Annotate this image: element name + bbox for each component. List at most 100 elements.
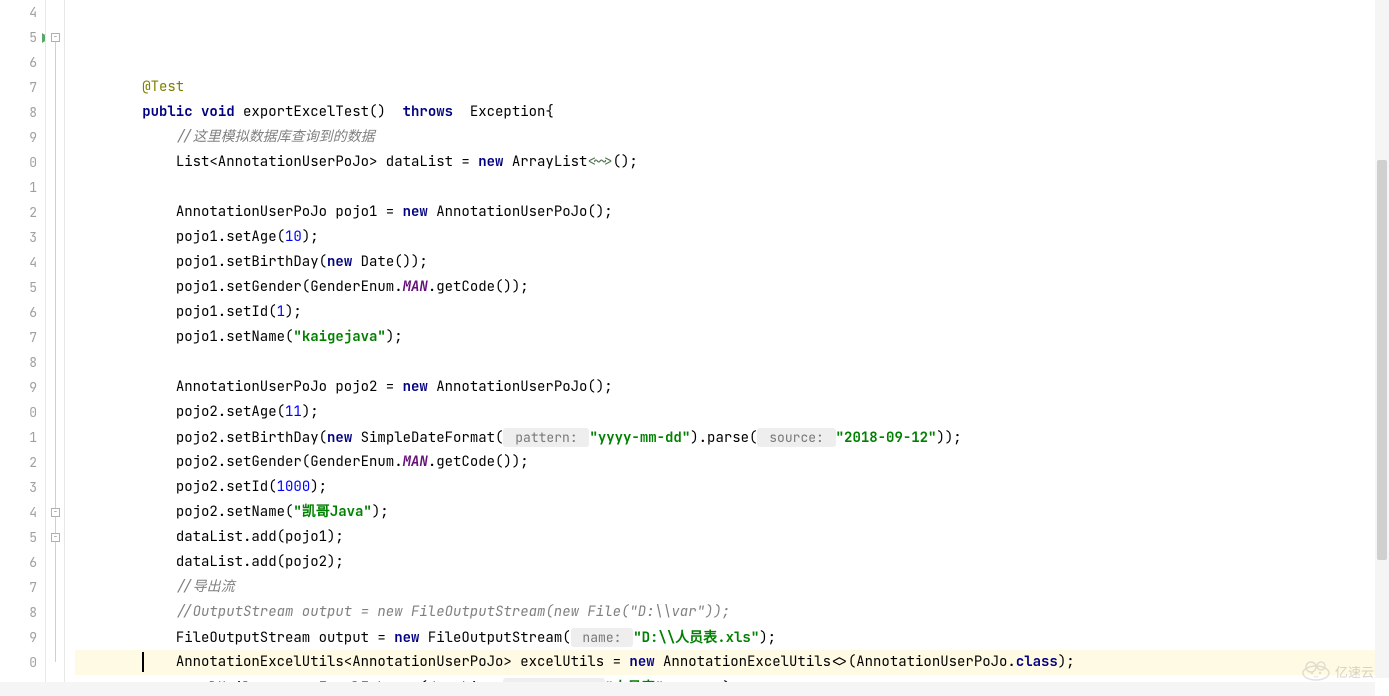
code-token: ); xyxy=(759,629,776,647)
code-token: pojo2.setBirthDay( xyxy=(176,429,327,447)
code-line[interactable]: dataList.add(pojo2); xyxy=(75,550,1389,575)
code-line[interactable]: pojo1.setGender(GenderEnum.MAN.getCode()… xyxy=(75,275,1389,300)
code-text-area[interactable]: @Test public void exportExcelTest() thro… xyxy=(65,0,1389,696)
code-token: List<AnnotationUserPoJo> dataList = xyxy=(176,153,478,171)
code-token: //这里模拟数据库查询到的数据 xyxy=(176,128,375,146)
line-number[interactable]: 6 xyxy=(0,550,37,575)
code-token: //导出流 xyxy=(176,578,235,596)
line-number[interactable]: 9 xyxy=(0,625,37,650)
watermark-text: 亿速云 xyxy=(1335,662,1374,681)
code-line[interactable]: List<AnnotationUserPoJo> dataList = new … xyxy=(75,150,1389,175)
code-token: 11 xyxy=(285,403,302,421)
code-token: ); xyxy=(302,228,319,246)
code-token: AnnotationUserPoJo(); xyxy=(428,203,613,221)
code-token: ); xyxy=(1058,653,1075,671)
code-line[interactable]: pojo1.setBirthDay(new Date()); xyxy=(75,250,1389,275)
line-number[interactable]: 4 xyxy=(0,250,37,275)
line-number[interactable]: 1 xyxy=(0,425,37,450)
line-number[interactable]: 7 xyxy=(0,75,37,100)
code-line[interactable]: AnnotationUserPoJo pojo1 = new Annotatio… xyxy=(75,200,1389,225)
code-line[interactable]: pojo2.setId(1000); xyxy=(75,475,1389,500)
code-token: exportExcelTest() xyxy=(235,103,403,121)
code-line[interactable] xyxy=(75,350,1389,375)
code-token: pojo1.setBirthDay( xyxy=(176,253,327,271)
line-number[interactable]: 3 xyxy=(0,475,37,500)
code-token xyxy=(193,103,201,121)
code-token: "kaigejava" xyxy=(293,328,385,346)
line-number[interactable]: 6 xyxy=(0,50,37,75)
code-token: //OutputStream output = new FileOutputSt… xyxy=(176,603,730,621)
code-token: .getCode()); xyxy=(428,453,529,471)
code-token: new xyxy=(394,629,419,647)
code-line[interactable]: pojo1.setName("kaigejava"); xyxy=(75,325,1389,350)
code-token: ); xyxy=(386,328,403,346)
code-token: Date()); xyxy=(352,253,428,271)
line-number[interactable]: 5 xyxy=(0,275,37,300)
code-token: "yyyy-mm-dd" xyxy=(589,429,690,447)
line-number[interactable]: 9 xyxy=(0,375,37,400)
code-token: new xyxy=(629,653,654,671)
code-line[interactable]: //这里模拟数据库查询到的数据 xyxy=(75,125,1389,150)
line-number[interactable]: 8 xyxy=(0,350,37,375)
line-number[interactable]: 2 xyxy=(0,450,37,475)
fold-gutter[interactable]: − − − xyxy=(45,0,65,696)
code-token: ); xyxy=(285,303,302,321)
code-token: new xyxy=(403,378,428,396)
code-line[interactable]: pojo2.setName("凯哥Java"); xyxy=(75,500,1389,525)
code-token: pojo1.setName( xyxy=(176,328,294,346)
code-token: pojo2.setGender(GenderEnum. xyxy=(176,453,403,471)
code-token: 1 xyxy=(277,303,285,321)
code-line[interactable]: //导出流 xyxy=(75,575,1389,600)
code-token: ); xyxy=(372,503,389,521)
code-token: AnnotationExcelUtils<AnnotationUserPoJo>… xyxy=(176,653,630,671)
line-number[interactable]: 7 xyxy=(0,575,37,600)
line-number[interactable]: 2 xyxy=(0,200,37,225)
line-number[interactable]: 1 xyxy=(0,175,37,200)
code-token: pojo2.setId( xyxy=(176,478,277,496)
vertical-scrollbar[interactable] xyxy=(1375,0,1389,678)
code-line[interactable]: AnnotationExcelUtils<AnnotationUserPoJo>… xyxy=(75,650,1389,675)
line-number[interactable]: 5 xyxy=(0,525,37,550)
code-line[interactable]: //OutputStream output = new FileOutputSt… xyxy=(75,600,1389,625)
code-token: AnnotationUserPoJo pojo1 = xyxy=(176,203,403,221)
line-number[interactable]: 8 xyxy=(0,100,37,125)
code-line[interactable]: AnnotationUserPoJo pojo2 = new Annotatio… xyxy=(75,375,1389,400)
code-line[interactable]: pojo1.setAge(10); xyxy=(75,225,1389,250)
code-token: public xyxy=(142,103,192,121)
code-line[interactable]: FileOutputStream output = new FileOutput… xyxy=(75,625,1389,650)
code-token: pojo2.setAge( xyxy=(176,403,285,421)
line-number[interactable]: 7 xyxy=(0,325,37,350)
code-token: class xyxy=(1016,653,1058,671)
line-number[interactable]: 8 xyxy=(0,600,37,625)
line-number[interactable]: 0 xyxy=(0,150,37,175)
code-token: ); xyxy=(302,403,319,421)
line-number[interactable]: 6 xyxy=(0,300,37,325)
line-number[interactable]: 4 xyxy=(0,0,37,25)
line-number[interactable]: 0 xyxy=(0,650,37,675)
scrollbar-thumb[interactable] xyxy=(1377,160,1387,560)
line-number[interactable]: 4 xyxy=(0,500,37,525)
code-token: new xyxy=(327,253,352,271)
line-number-gutter[interactable]: 4 5 6 7 8 9 0 1 2 3 4 5 6 7 8 9 0 1 2 3 … xyxy=(0,0,45,696)
line-number[interactable]: 5 xyxy=(0,25,37,50)
code-token: pattern: xyxy=(503,428,589,447)
code-line[interactable] xyxy=(75,175,1389,200)
code-line[interactable]: pojo2.setGender(GenderEnum.MAN.getCode()… xyxy=(75,450,1389,475)
code-line[interactable]: pojo2.setBirthDay(new SimpleDateFormat( … xyxy=(75,425,1389,450)
line-number[interactable]: 9 xyxy=(0,125,37,150)
code-line[interactable]: pojo2.setAge(11); xyxy=(75,400,1389,425)
line-number[interactable]: 0 xyxy=(0,400,37,425)
code-token: 10 xyxy=(285,228,302,246)
horizontal-scrollbar[interactable] xyxy=(0,682,1375,696)
code-token: ).parse( xyxy=(690,429,757,447)
fold-toggle-icon[interactable]: − xyxy=(51,508,60,517)
code-line[interactable]: pojo1.setId(1); xyxy=(75,300,1389,325)
fold-toggle-icon[interactable]: − xyxy=(51,533,60,542)
code-token: ArrayList xyxy=(503,153,587,171)
code-token: "D:\\人员表.xls" xyxy=(633,629,759,647)
line-number[interactable]: 3 xyxy=(0,225,37,250)
code-line[interactable]: dataList.add(pojo1); xyxy=(75,525,1389,550)
code-line[interactable]: @Test xyxy=(75,75,1389,100)
fold-toggle-icon[interactable]: − xyxy=(51,33,60,42)
code-line[interactable]: public void exportExcelTest() throws Exc… xyxy=(75,100,1389,125)
